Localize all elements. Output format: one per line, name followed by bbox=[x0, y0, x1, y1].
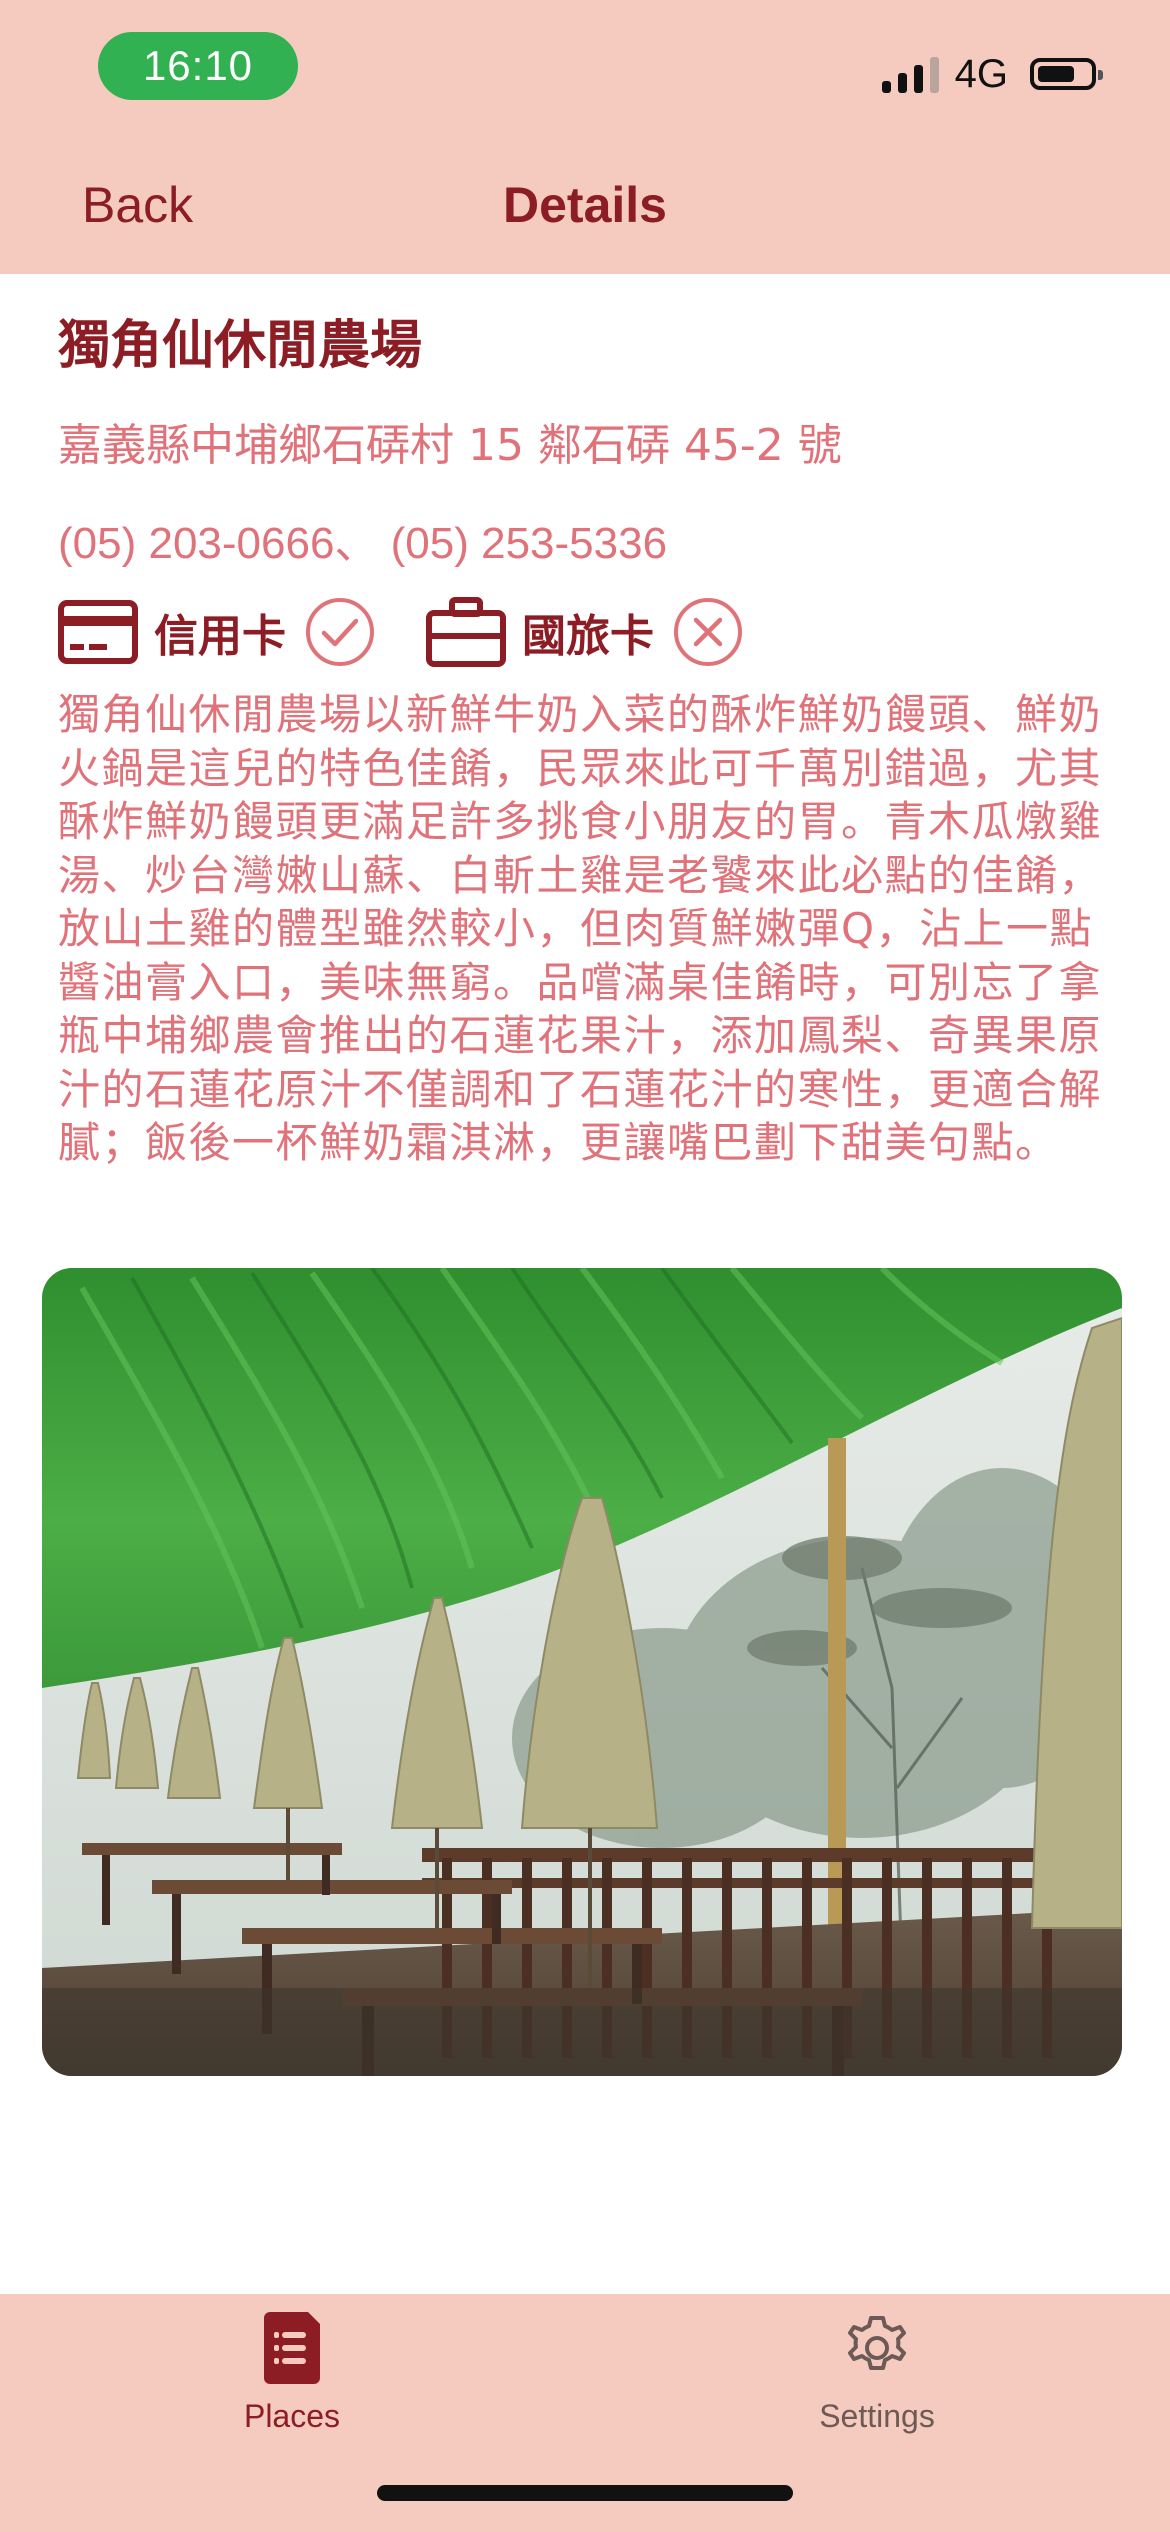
place-photo bbox=[42, 1268, 1122, 2076]
top-bar: 16:10 4G Back Details bbox=[0, 0, 1170, 274]
tab-places[interactable]: Places bbox=[142, 2312, 442, 2435]
gear-icon bbox=[848, 2316, 906, 2370]
place-description: 獨角仙休閒農場以新鮮牛奶入菜的酥炸鮮奶饅頭、鮮奶火鍋是這兒的特色佳餚，民眾來此可… bbox=[58, 690, 1103, 1167]
place-name: 獨角仙休閒農場 bbox=[58, 316, 423, 376]
document-list-icon bbox=[264, 2312, 320, 2384]
tab-settings[interactable]: Settings bbox=[727, 2312, 1027, 2435]
battery-icon bbox=[1030, 58, 1103, 90]
check-circle-icon bbox=[306, 598, 374, 666]
status-indicators: 4G bbox=[881, 44, 1103, 104]
briefcase-icon bbox=[426, 597, 506, 667]
place-phone[interactable]: (05) 203-0666、 (05) 253-5336 bbox=[58, 514, 1118, 574]
back-button[interactable]: Back bbox=[82, 176, 193, 234]
payment-travel-card: 國旅卡 bbox=[426, 596, 744, 668]
payment-label-travel-card: 國旅卡 bbox=[522, 611, 654, 662]
payment-options: 信用卡 國旅卡 bbox=[58, 592, 1118, 672]
tab-settings-label: Settings bbox=[819, 2398, 935, 2434]
details-content: 獨角仙休閒農場 嘉義縣中埔鄉石硦村 15 鄰石硦 45-2 號 (05) 203… bbox=[58, 310, 1118, 1170]
status-time: 16:10 bbox=[98, 32, 298, 100]
tab-places-label: Places bbox=[243, 2398, 341, 2434]
signal-icon bbox=[881, 55, 939, 93]
place-address: 嘉義縣中埔鄉石硦村 15 鄰石硦 45-2 號 bbox=[58, 420, 842, 471]
payment-credit-card: 信用卡 bbox=[58, 596, 376, 668]
home-indicator bbox=[377, 2485, 793, 2501]
x-circle-icon bbox=[674, 598, 742, 666]
network-type: 4G bbox=[954, 51, 1008, 96]
farm-terrace-image bbox=[42, 1268, 1122, 2076]
credit-card-icon bbox=[58, 600, 138, 664]
payment-label-credit-card: 信用卡 bbox=[154, 611, 286, 662]
